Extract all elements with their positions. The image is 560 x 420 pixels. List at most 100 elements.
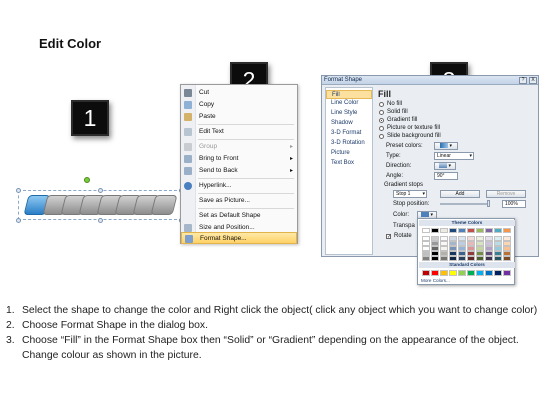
instruction-step-3: 3. Choose “Fill” in the Format Shape box…: [6, 333, 556, 363]
theme-color-swatch[interactable]: [467, 256, 475, 261]
menu-separator: [198, 208, 294, 209]
standard-color-swatch[interactable]: [440, 270, 448, 276]
instruction-list: 1. Select the shape to change the color …: [6, 303, 556, 363]
theme-color-swatch[interactable]: [449, 256, 457, 261]
stop-position-slider-thumb[interactable]: [487, 200, 490, 207]
selected-shape-group[interactable]: [16, 177, 184, 226]
theme-color-swatch[interactable]: [458, 228, 466, 233]
standard-colors-header: Standard Colors: [419, 262, 515, 268]
menu-item-send-to-back[interactable]: Send to Back ▸: [181, 165, 297, 177]
category-shadow[interactable]: Shadow: [326, 119, 372, 128]
category-line-style[interactable]: Line Style: [326, 109, 372, 118]
menu-item-edit-text[interactable]: Edit Text: [181, 126, 297, 138]
stop-position-input[interactable]: 100%: [502, 200, 526, 208]
menu-item-save-as-picture[interactable]: Save as Picture...: [181, 195, 297, 207]
theme-color-swatch[interactable]: [440, 228, 448, 233]
menu-item-hyperlink[interactable]: Hyperlink...: [181, 180, 297, 192]
standard-color-swatch[interactable]: [431, 270, 439, 276]
theme-color-swatch[interactable]: [494, 256, 502, 261]
theme-color-swatch[interactable]: [476, 256, 484, 261]
rotate-with-shape-checkbox[interactable]: ✓: [386, 234, 391, 240]
chevron-down-icon: ▾: [448, 163, 451, 169]
angle-input[interactable]: 90°: [434, 172, 458, 180]
chevron-down-icon: ▾: [449, 143, 452, 149]
resize-handle[interactable]: [98, 188, 103, 193]
resize-handle[interactable]: [16, 188, 21, 193]
radio-label: No fill: [387, 101, 403, 107]
rotation-handle[interactable]: [84, 177, 90, 183]
radio-solid-fill[interactable]: Solid fill: [378, 109, 538, 116]
menu-item-label: Hyperlink...: [199, 182, 232, 189]
resize-handle[interactable]: [16, 218, 21, 223]
theme-color-swatch[interactable]: [422, 228, 430, 233]
menu-item-label: Save as Picture...: [199, 197, 250, 204]
standard-color-swatch[interactable]: [449, 270, 457, 276]
format-shape-icon: [185, 235, 193, 243]
add-stop-button[interactable]: Add: [440, 190, 480, 198]
send-back-icon: [184, 167, 192, 175]
gradient-stops-label: Gradient stops: [384, 182, 424, 188]
theme-color-swatch[interactable]: [431, 256, 439, 261]
theme-color-swatch[interactable]: [440, 256, 448, 261]
standard-color-swatch[interactable]: [494, 270, 502, 276]
radio-no-fill[interactable]: No fill: [378, 101, 538, 108]
menu-item-copy[interactable]: Copy: [181, 99, 297, 111]
theme-color-swatch[interactable]: [467, 228, 475, 233]
menu-item-set-default-shape[interactable]: Set as Default Shape: [181, 210, 297, 222]
instruction-step-2: 2. Choose Format Shape in the dialog box…: [6, 318, 556, 333]
menu-item-format-shape[interactable]: Format Shape...: [181, 232, 297, 244]
menu-item-cut[interactable]: Cut: [181, 87, 297, 99]
menu-item-bring-to-front[interactable]: Bring to Front ▸: [181, 153, 297, 165]
type-select[interactable]: Linear ▾: [434, 152, 474, 160]
color-swatch-icon: [421, 212, 430, 218]
standard-color-swatch[interactable]: [422, 270, 430, 276]
theme-color-swatch[interactable]: [476, 228, 484, 233]
radio-picture-fill[interactable]: Picture or texture fill: [378, 125, 538, 132]
help-button[interactable]: ?: [519, 77, 527, 84]
radio-dot: [379, 110, 384, 115]
more-colors-link[interactable]: More Colors...: [421, 278, 450, 284]
remove-stop-button: Remove: [486, 190, 526, 198]
category-picture[interactable]: Picture: [326, 149, 372, 158]
standard-color-swatch[interactable]: [467, 270, 475, 276]
category-text-box[interactable]: Text Box: [326, 159, 372, 168]
theme-color-swatch[interactable]: [503, 256, 511, 261]
preset-colors-dropdown[interactable]: ▾: [434, 142, 458, 150]
group-icon: [184, 143, 192, 151]
close-button[interactable]: X: [529, 77, 537, 84]
radio-label: Gradient fill: [387, 117, 418, 123]
radio-label: Picture or texture fill: [387, 125, 441, 131]
category-3d-rotation[interactable]: 3-D Rotation: [326, 139, 372, 148]
dialog-title: Format Shape: [324, 77, 363, 83]
theme-color-swatch[interactable]: [494, 228, 502, 233]
theme-color-swatch[interactable]: [503, 228, 511, 233]
theme-color-swatch[interactable]: [485, 228, 493, 233]
radio-slide-background-fill[interactable]: Slide background fill: [378, 133, 538, 140]
stop-select[interactable]: Stop 1 ▾: [393, 190, 427, 198]
category-fill[interactable]: Fill: [326, 90, 372, 99]
fill-heading: Fill: [378, 89, 391, 99]
paste-icon: [184, 113, 192, 121]
direction-swatch-icon: [439, 163, 448, 169]
direction-dropdown[interactable]: ▾: [434, 162, 456, 170]
radio-label: Slide background fill: [387, 133, 441, 139]
category-line-color[interactable]: Line Color: [326, 99, 372, 108]
standard-color-swatch[interactable]: [476, 270, 484, 276]
dialog-title-bar: Format Shape: [322, 76, 538, 85]
theme-color-swatch[interactable]: [422, 256, 430, 261]
standard-color-swatch[interactable]: [503, 270, 511, 276]
category-3d-format[interactable]: 3-D Format: [326, 129, 372, 138]
standard-color-swatch[interactable]: [485, 270, 493, 276]
theme-color-swatch[interactable]: [458, 256, 466, 261]
stop-position-slider[interactable]: [440, 203, 490, 205]
menu-item-paste[interactable]: Paste: [181, 111, 297, 123]
theme-color-swatch[interactable]: [485, 256, 493, 261]
standard-color-swatch[interactable]: [458, 270, 466, 276]
resize-handle[interactable]: [98, 218, 103, 223]
color-label: Color:: [393, 212, 410, 218]
theme-color-swatch[interactable]: [431, 228, 439, 233]
theme-color-swatch[interactable]: [449, 228, 457, 233]
rotate-label: Rotate: [394, 233, 412, 239]
menu-item-label: Bring to Front: [199, 155, 239, 162]
radio-gradient-fill[interactable]: Gradient fill: [378, 117, 538, 124]
